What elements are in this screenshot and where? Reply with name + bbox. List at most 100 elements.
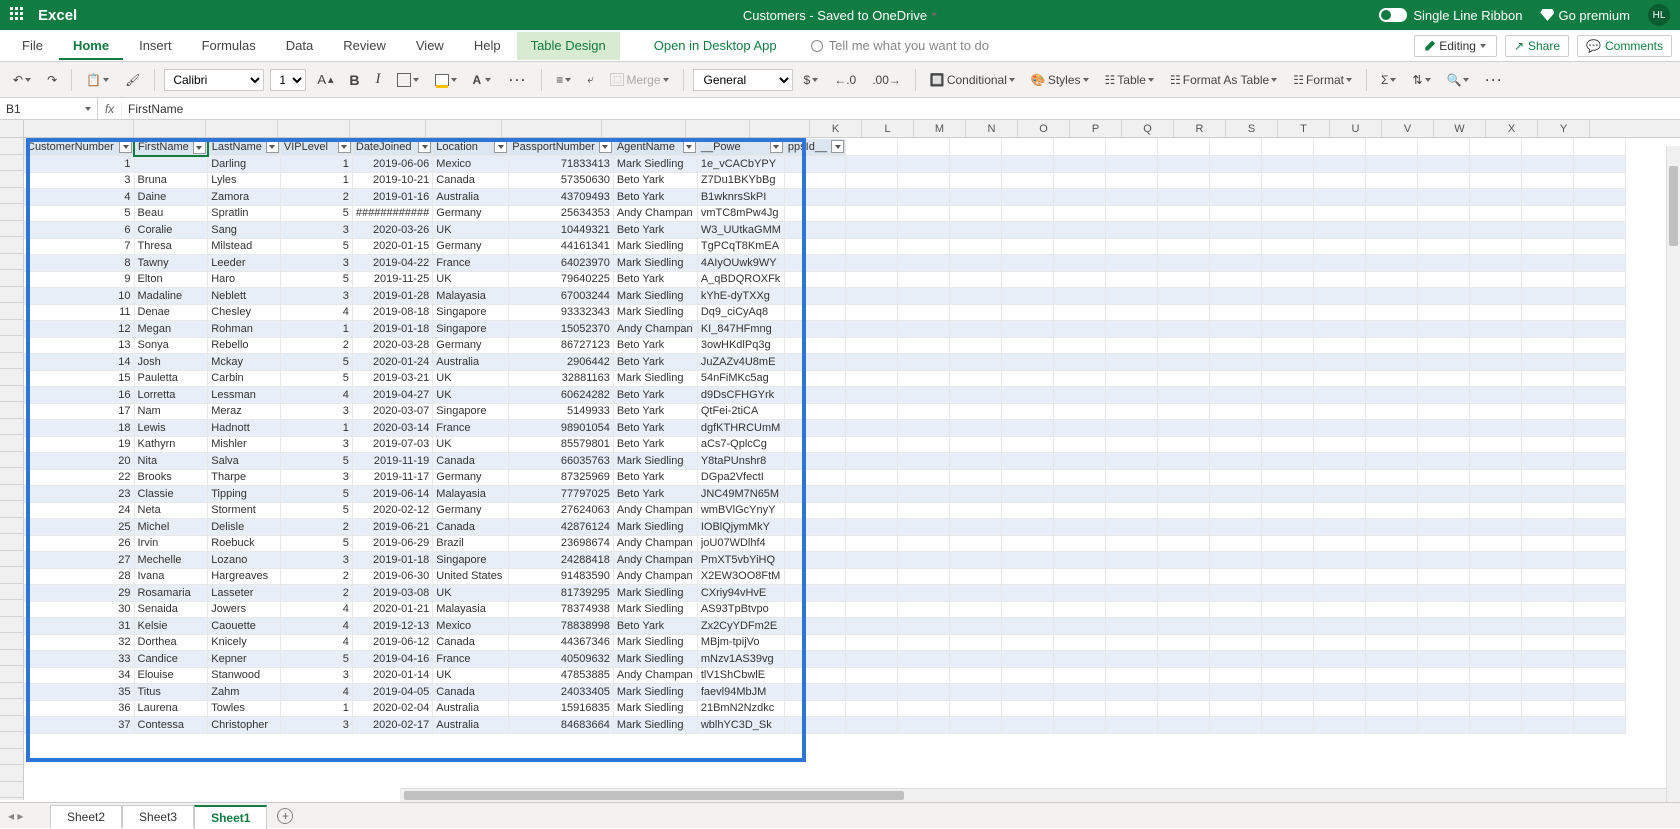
cell[interactable] [950, 552, 1002, 569]
cell[interactable] [1262, 156, 1314, 173]
cell[interactable] [1210, 469, 1262, 486]
italic-button[interactable]: I [371, 68, 386, 91]
cell[interactable]: United States [433, 568, 509, 585]
cell[interactable] [1366, 304, 1418, 321]
cell[interactable]: 5 [280, 354, 352, 371]
row-header-34[interactable] [0, 683, 23, 700]
cell[interactable] [1106, 469, 1158, 486]
cell[interactable] [1054, 453, 1106, 470]
cell[interactable]: 4 [280, 634, 352, 651]
cell[interactable]: Josh [134, 354, 208, 371]
cell[interactable]: Sonya [134, 337, 208, 354]
cell[interactable] [1054, 139, 1106, 156]
cell[interactable] [1054, 717, 1106, 734]
cell[interactable] [950, 519, 1002, 536]
cell[interactable] [1210, 667, 1262, 684]
cell[interactable] [1158, 238, 1210, 255]
cell[interactable]: 2019-06-30 [352, 568, 432, 585]
tab-help[interactable]: Help [460, 32, 515, 60]
col-header-I[interactable] [686, 120, 750, 137]
cell[interactable] [1262, 700, 1314, 717]
cell[interactable] [1574, 238, 1626, 255]
cell[interactable]: Beto Yark [613, 420, 697, 437]
horizontal-scrollbar[interactable] [400, 788, 1666, 802]
cell[interactable] [1054, 205, 1106, 222]
sheet-tab-sheet2[interactable]: Sheet2 [50, 805, 122, 828]
cell[interactable] [1522, 238, 1574, 255]
cell[interactable] [1314, 387, 1366, 404]
cell[interactable] [1574, 502, 1626, 519]
cell[interactable] [1366, 502, 1418, 519]
cell[interactable] [898, 205, 950, 222]
cell[interactable] [1574, 684, 1626, 701]
cell[interactable] [898, 403, 950, 420]
cell[interactable]: Andy Champan [613, 667, 697, 684]
cell[interactable]: 2019-06-06 [352, 156, 432, 173]
cell[interactable] [784, 601, 845, 618]
cell[interactable] [1002, 700, 1054, 717]
cell[interactable] [1002, 288, 1054, 305]
cell[interactable] [1106, 403, 1158, 420]
table-header-LastName[interactable]: LastName [208, 139, 281, 156]
row-header-27[interactable] [0, 567, 23, 584]
more-font-button[interactable]: ··· [504, 70, 532, 90]
cell[interactable] [1522, 156, 1574, 173]
cell[interactable]: Kelsie [134, 618, 208, 635]
cell[interactable]: Beto Yark [613, 172, 697, 189]
cell[interactable]: Milstead [208, 238, 281, 255]
row-header-36[interactable] [0, 716, 23, 733]
cell[interactable] [1314, 618, 1366, 635]
cell[interactable] [1522, 717, 1574, 734]
vertical-scrollbar[interactable] [1666, 146, 1680, 802]
cell[interactable] [950, 172, 1002, 189]
cell[interactable] [1470, 370, 1522, 387]
cell[interactable]: Mark Siedling [613, 519, 697, 536]
cell[interactable] [1574, 321, 1626, 338]
cell[interactable] [1262, 717, 1314, 734]
cell[interactable]: Coralie [134, 222, 208, 239]
cell[interactable]: 3 [280, 403, 352, 420]
cell[interactable]: 5 [280, 370, 352, 387]
cell[interactable] [1366, 667, 1418, 684]
find-button[interactable]: 🔍 [1442, 70, 1475, 90]
cell[interactable]: Germany [433, 238, 509, 255]
row-header-8[interactable] [0, 254, 23, 271]
editing-mode-button[interactable]: Editing [1414, 35, 1497, 57]
name-box[interactable]: B1 [0, 98, 98, 119]
single-line-ribbon-toggle[interactable]: Single Line Ribbon [1379, 8, 1522, 23]
cell[interactable] [1522, 337, 1574, 354]
cell[interactable] [1522, 535, 1574, 552]
cell[interactable]: Australia [433, 717, 509, 734]
cell[interactable] [846, 453, 898, 470]
cell[interactable]: 28 [24, 568, 134, 585]
cell[interactable] [1470, 222, 1522, 239]
cell[interactable] [898, 222, 950, 239]
cell[interactable]: 4AIyOUwk9WY [697, 255, 784, 272]
cell[interactable]: Germany [433, 337, 509, 354]
cell[interactable] [1314, 436, 1366, 453]
cell[interactable] [1054, 667, 1106, 684]
cell[interactable]: 2 [280, 519, 352, 536]
cell[interactable] [950, 486, 1002, 503]
cell[interactable] [1574, 387, 1626, 404]
cell[interactable]: Beto Yark [613, 337, 697, 354]
cell[interactable] [784, 255, 845, 272]
cell[interactable]: 64023970 [509, 255, 614, 272]
cell[interactable] [1366, 453, 1418, 470]
cell[interactable]: Singapore [433, 552, 509, 569]
cell[interactable] [898, 288, 950, 305]
cell[interactable] [898, 519, 950, 536]
cell[interactable] [1470, 651, 1522, 668]
row-header-40[interactable] [0, 782, 23, 799]
formula-input[interactable]: FirstName [122, 102, 1680, 116]
cell[interactable]: 2019-04-16 [352, 651, 432, 668]
cell[interactable] [1262, 486, 1314, 503]
cell[interactable] [846, 222, 898, 239]
cell[interactable] [1106, 189, 1158, 206]
cell[interactable] [950, 255, 1002, 272]
cell[interactable] [898, 337, 950, 354]
cell[interactable] [784, 271, 845, 288]
row-header-4[interactable] [0, 188, 23, 205]
cell[interactable] [1522, 552, 1574, 569]
cell[interactable] [1002, 172, 1054, 189]
